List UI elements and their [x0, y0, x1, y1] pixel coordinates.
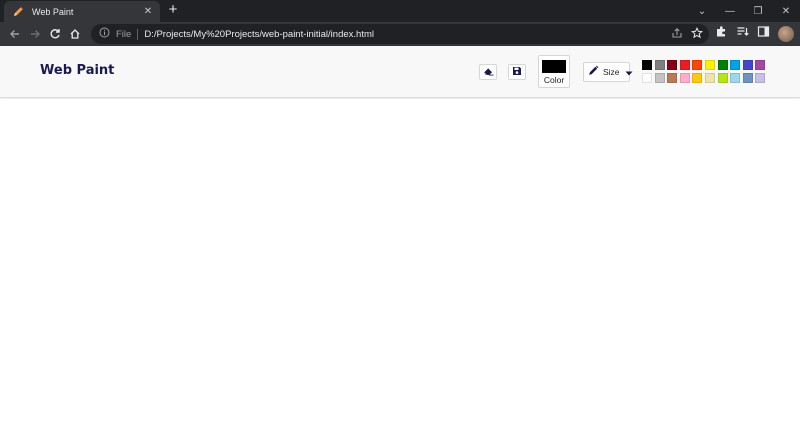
browser-tab[interactable]: Web Paint ✕ [4, 1, 160, 22]
extensions-puzzle-icon[interactable] [715, 25, 728, 43]
palette-swatch[interactable] [755, 60, 766, 70]
eraser-button[interactable] [479, 64, 497, 80]
size-label: Size [603, 67, 620, 77]
info-icon[interactable] [99, 25, 110, 43]
browser-toolbar: File D:/Projects/My%20Projects/web-paint… [0, 22, 800, 46]
palette-swatch[interactable] [730, 60, 741, 70]
pencil-favicon-icon [12, 6, 24, 18]
palette-swatch[interactable] [654, 73, 665, 83]
save-button[interactable] [508, 64, 526, 80]
omnibox-actions [671, 26, 704, 44]
back-arrow-icon[interactable] [6, 25, 24, 43]
palette-swatch[interactable] [642, 73, 652, 83]
reload-icon[interactable] [46, 25, 64, 43]
url-text[interactable]: D:/Projects/My%20Projects/web-paint-init… [144, 29, 374, 40]
palette-swatch[interactable] [742, 60, 753, 70]
palette-swatch[interactable] [679, 73, 690, 83]
address-bar[interactable]: File D:/Projects/My%20Projects/web-paint… [91, 24, 709, 44]
palette-swatch[interactable] [667, 73, 678, 83]
palette-swatch[interactable] [667, 60, 678, 70]
palette-swatch[interactable] [692, 60, 703, 70]
browser-tabstrip: Web Paint ✕ + ⌄ — ❐ ✕ [0, 0, 800, 22]
floppy-disk-icon [512, 63, 522, 81]
palette-swatch[interactable] [642, 60, 652, 70]
side-panel-icon[interactable] [757, 25, 770, 43]
palette-swatch[interactable] [742, 73, 753, 83]
home-icon[interactable] [66, 25, 84, 43]
palette-swatch[interactable] [704, 73, 715, 83]
palette-swatch[interactable] [704, 60, 715, 70]
pencil-icon [588, 63, 599, 81]
star-icon[interactable] [690, 26, 704, 44]
close-tab-icon[interactable]: ✕ [140, 6, 156, 17]
palette-swatch[interactable] [730, 73, 741, 83]
profile-avatar[interactable] [778, 26, 794, 42]
current-color-swatch [542, 60, 566, 73]
plus-icon[interactable]: + [165, 2, 181, 18]
palette-swatch[interactable] [679, 60, 690, 70]
color-picker-button[interactable]: Color [538, 55, 570, 88]
caret-down-icon [625, 63, 633, 81]
color-label: Color [543, 75, 565, 85]
palette-swatch[interactable] [755, 73, 766, 83]
app-title: Web Paint [40, 63, 115, 78]
reading-list-icon[interactable] [736, 25, 749, 43]
palette-swatch[interactable] [717, 73, 728, 83]
close-window-icon[interactable]: ✕ [772, 0, 800, 22]
color-palette [642, 60, 766, 83]
palette-swatch[interactable] [717, 60, 728, 70]
chevron-down-icon[interactable]: ⌄ [688, 0, 716, 22]
tab-title: Web Paint [32, 6, 74, 17]
drawing-canvas[interactable] [0, 99, 800, 425]
toolbar-actions [715, 25, 794, 43]
window-controls: ⌄ — ❐ ✕ [688, 0, 800, 22]
restore-icon[interactable]: ❐ [744, 0, 772, 22]
app-header: Web Paint Color Size [0, 46, 800, 98]
divider [137, 28, 139, 40]
size-dropdown[interactable]: Size [583, 62, 633, 82]
forward-arrow-icon[interactable] [26, 25, 44, 43]
eraser-icon [483, 63, 494, 81]
share-icon[interactable] [671, 26, 683, 44]
palette-swatch[interactable] [692, 73, 703, 83]
minimize-icon[interactable]: — [716, 0, 744, 22]
palette-swatch[interactable] [654, 60, 665, 70]
scheme-label: File [116, 28, 132, 40]
